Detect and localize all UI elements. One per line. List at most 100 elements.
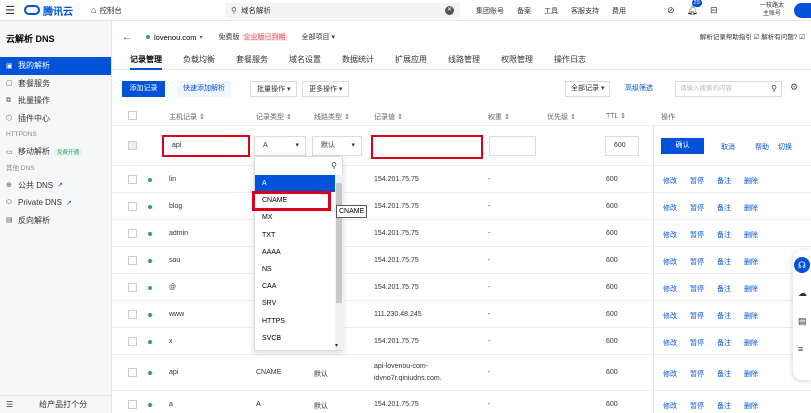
help-link[interactable]: 帮助 bbox=[755, 142, 769, 152]
sidebar-item-batch[interactable]: ⧉ 批量操作 bbox=[0, 92, 111, 110]
dropdown-option[interactable]: AAAA bbox=[255, 244, 336, 261]
clear-icon[interactable]: ✕ bbox=[445, 6, 454, 15]
record-search-input[interactable]: 请输入搜索的内容 ⚲ bbox=[675, 81, 782, 97]
record-value-input[interactable] bbox=[371, 135, 483, 159]
col-weight[interactable]: 权重 ⇕ bbox=[488, 112, 510, 122]
pause-link[interactable]: 暂停 bbox=[690, 205, 704, 212]
dropdown-option[interactable]: SRV bbox=[255, 295, 336, 312]
link-tools[interactable]: 工具 bbox=[544, 6, 558, 16]
search-icon[interactable]: ⚲ bbox=[771, 82, 777, 96]
pause-link[interactable]: 暂停 bbox=[690, 403, 704, 410]
pause-link[interactable]: 暂停 bbox=[690, 340, 704, 347]
row-checkbox[interactable] bbox=[128, 141, 137, 150]
pause-link[interactable]: 暂停 bbox=[690, 259, 704, 266]
delete-link[interactable]: 删除 bbox=[744, 232, 758, 239]
tab-logs[interactable]: 操作日志 bbox=[554, 53, 586, 70]
advanced-filter-link[interactable]: 高级筛选 bbox=[619, 81, 659, 97]
scroll-thumb[interactable] bbox=[336, 183, 342, 303]
dropdown-option[interactable]: MX bbox=[255, 209, 336, 226]
dropdown-option[interactable]: TXT bbox=[255, 227, 336, 244]
list-icon[interactable]: ≡ bbox=[798, 344, 803, 354]
feedback-link[interactable]: 给产品打个分 bbox=[39, 399, 87, 410]
row-checkbox[interactable] bbox=[128, 283, 137, 292]
row-checkbox[interactable] bbox=[128, 202, 137, 211]
sidebar-item-my-dns[interactable]: ▣ 我的解析 bbox=[0, 57, 111, 75]
sidebar-item-packages[interactable]: ▢ 套餐服务 bbox=[0, 75, 111, 93]
col-host[interactable]: 主机记录 ⇕ bbox=[169, 112, 205, 122]
collapse-icon[interactable]: ☰ bbox=[6, 400, 13, 409]
row-checkbox[interactable] bbox=[128, 337, 137, 346]
remark-link[interactable]: 备注 bbox=[717, 205, 731, 212]
tab-lines[interactable]: 线路管理 bbox=[448, 53, 480, 70]
dropdown-search-icon[interactable]: ⚲ bbox=[259, 161, 339, 175]
pause-link[interactable]: 暂停 bbox=[690, 313, 704, 320]
cancel-link[interactable]: 取消 bbox=[721, 142, 735, 152]
link-support[interactable]: 客服支持 bbox=[571, 6, 599, 16]
modify-link[interactable]: 修改 bbox=[663, 340, 677, 347]
tab-domain-settings[interactable]: 域名设置 bbox=[289, 53, 321, 70]
col-ttl[interactable]: TTL ⇕ bbox=[606, 112, 626, 120]
cart-icon[interactable]: ⊟ bbox=[710, 5, 718, 16]
console-link[interactable]: ⌂ 控制台 bbox=[91, 5, 122, 16]
ttl-input[interactable]: 600 bbox=[605, 136, 639, 156]
link-beian[interactable]: 备案 bbox=[517, 6, 531, 16]
col-line[interactable]: 线路类型 ⇕ bbox=[314, 112, 350, 122]
record-type-select[interactable]: A ▾ bbox=[254, 136, 306, 156]
modify-link[interactable]: 修改 bbox=[663, 178, 677, 185]
chat-icon[interactable]: ☊ bbox=[794, 257, 810, 273]
row-checkbox[interactable] bbox=[128, 175, 137, 184]
modify-link[interactable]: 修改 bbox=[663, 313, 677, 320]
delete-link[interactable]: 删除 bbox=[744, 178, 758, 185]
link-group-account[interactable]: 集团账号 bbox=[476, 6, 504, 16]
user-menu[interactable]: 一枝路太 主账号 bbox=[760, 2, 784, 18]
dropdown-option[interactable]: A bbox=[255, 175, 336, 192]
remark-link[interactable]: 备注 bbox=[717, 313, 731, 320]
sidebar-item-plugins[interactable]: ⬡ 插件中心 bbox=[0, 110, 111, 128]
row-checkbox[interactable] bbox=[128, 368, 137, 377]
hamburger-icon[interactable]: ☰ bbox=[0, 4, 20, 17]
delete-link[interactable]: 删除 bbox=[744, 340, 758, 347]
quick-add-button[interactable]: 快速添加解析 bbox=[177, 81, 231, 97]
dropdown-option[interactable]: HTTPS bbox=[255, 313, 336, 330]
modify-link[interactable]: 修改 bbox=[663, 286, 677, 293]
row-checkbox[interactable] bbox=[128, 256, 137, 265]
remark-link[interactable]: 备注 bbox=[717, 259, 731, 266]
modify-link[interactable]: 修改 bbox=[663, 371, 677, 378]
dropdown-option[interactable]: NS bbox=[255, 261, 336, 278]
tencent-cloud-logo[interactable]: 腾讯云 bbox=[24, 3, 73, 18]
sidebar-item-private-dns[interactable]: ⬭ Private DNS ↗ bbox=[0, 194, 111, 212]
domain-select[interactable]: lovenou.com bbox=[154, 33, 197, 42]
switch-link[interactable]: 切换 bbox=[778, 142, 792, 152]
back-arrow-icon[interactable]: ← bbox=[122, 32, 132, 43]
doc-icon[interactable]: ▤ bbox=[798, 316, 807, 327]
pause-link[interactable]: 暂停 bbox=[690, 178, 704, 185]
project-select[interactable]: 全部项目 ▾ bbox=[302, 32, 335, 42]
tab-packages[interactable]: 套餐服务 bbox=[236, 53, 268, 70]
more-actions-button[interactable]: 更多操作 ▾ bbox=[302, 81, 350, 97]
tab-load-balance[interactable]: 负载均衡 bbox=[183, 53, 215, 70]
col-priority[interactable]: 优先级 ⇕ bbox=[547, 112, 576, 122]
delete-link[interactable]: 删除 bbox=[744, 403, 758, 410]
global-search-input[interactable]: ⚲ 域名解析 ✕ bbox=[225, 3, 460, 18]
cloud-icon[interactable]: ☁ bbox=[798, 288, 807, 299]
host-record-input[interactable]: api bbox=[162, 135, 250, 157]
delete-link[interactable]: 删除 bbox=[744, 259, 758, 266]
record-filter-select[interactable]: 全部记录 ▾ bbox=[565, 81, 611, 97]
link-billing[interactable]: 费用 bbox=[612, 6, 626, 16]
modify-link[interactable]: 修改 bbox=[663, 232, 677, 239]
sidebar-item-reverse[interactable]: ▤ 反向解析 bbox=[0, 212, 111, 230]
dropdown-scrollbar[interactable] bbox=[335, 175, 343, 350]
remark-link[interactable]: 备注 bbox=[717, 178, 731, 185]
tab-statistics[interactable]: 数据统计 bbox=[342, 53, 374, 70]
scroll-down-icon[interactable]: ▾ bbox=[335, 342, 338, 349]
batch-actions-button[interactable]: 批量操作 ▾ bbox=[250, 81, 298, 97]
tab-records[interactable]: 记录管理 bbox=[130, 53, 162, 70]
sidebar-item-public-dns[interactable]: ⊕ 公共 DNS ↗ bbox=[0, 177, 111, 195]
add-record-button[interactable]: 添加记录 bbox=[122, 81, 165, 97]
line-type-select[interactable]: 默认 ▾ bbox=[312, 136, 362, 156]
remark-link[interactable]: 备注 bbox=[717, 371, 731, 378]
dropdown-option[interactable]: SVCB bbox=[255, 330, 336, 347]
modify-link[interactable]: 修改 bbox=[663, 259, 677, 266]
col-value[interactable]: 记录值 ⇕ bbox=[374, 112, 403, 122]
modify-link[interactable]: 修改 bbox=[663, 205, 677, 212]
